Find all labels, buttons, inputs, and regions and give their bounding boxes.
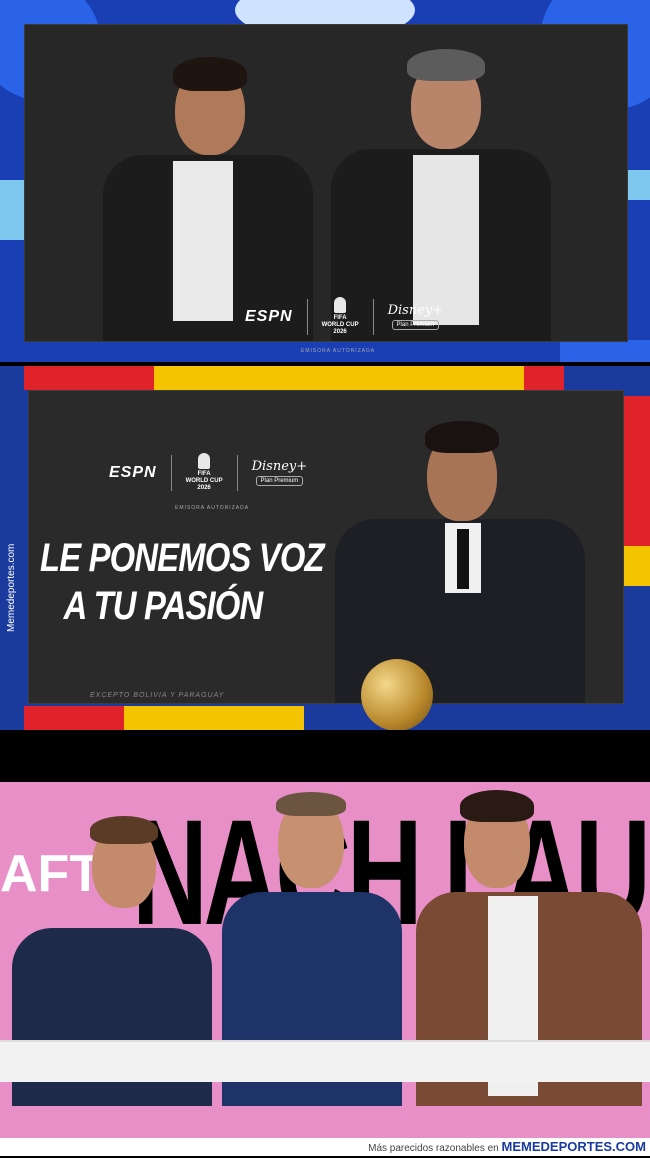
- espn-logo: ESPN: [245, 307, 293, 325]
- golden-ball: [361, 659, 433, 730]
- emisora-label: EMISORA AUTORIZADA: [175, 505, 250, 511]
- promo-card: ESPN FIFA WORLD CUP 2026 Disney+ Plan Pr…: [24, 24, 628, 354]
- panel-middle-espn-promo: ESPN FIFA WORLD CUP 2026 Disney+ Plan Pr…: [0, 366, 650, 730]
- divider: [306, 298, 308, 335]
- emisora-label: EMISORA AUTORIZADA: [301, 348, 376, 354]
- divider: [236, 454, 238, 491]
- panel-top-espn-promo: ESPN FIFA WORLD CUP 2026 Disney+ Plan Pr…: [0, 0, 650, 362]
- footer-brand[interactable]: MEMEDEPORTES.COM: [502, 1139, 646, 1154]
- fifa-world-cup-logo: FIFA WORLD CUP 2026: [186, 453, 223, 492]
- slogan: LE PONEMOS VOZ A TU PASIÓN: [40, 536, 325, 628]
- divider: [170, 454, 172, 491]
- trophy-icon: [198, 453, 211, 469]
- panel-bottom-tv-studio: AFT NACH LAU: [0, 782, 650, 1138]
- footer-watermark: Más parecidos razonables en MEMEDEPORTES…: [0, 1138, 650, 1156]
- divider: [372, 298, 374, 335]
- trophy-icon: [334, 297, 347, 313]
- disney-plus-logo: Disney+ Plan Premium: [251, 459, 308, 486]
- espn-logo: ESPN: [109, 463, 157, 481]
- studio-desk: [0, 1040, 650, 1082]
- person-suit: [335, 419, 585, 730]
- exception-note: EXCEPTO BOLIVIA Y PARAGUAY: [90, 692, 225, 699]
- fifa-world-cup-logo: FIFA WORLD CUP 2026: [322, 297, 359, 336]
- disney-plus-logo: Disney+ Plan Premium: [387, 303, 444, 330]
- person-right: [331, 39, 551, 341]
- sponsor-logos: ESPN FIFA WORLD CUP 2026 Disney+ Plan Pr…: [109, 453, 307, 492]
- sponsor-logos: ESPN FIFA WORLD CUP 2026 Disney+ Plan Pr…: [245, 297, 443, 336]
- vertical-watermark: Memedeportes.com: [6, 541, 17, 634]
